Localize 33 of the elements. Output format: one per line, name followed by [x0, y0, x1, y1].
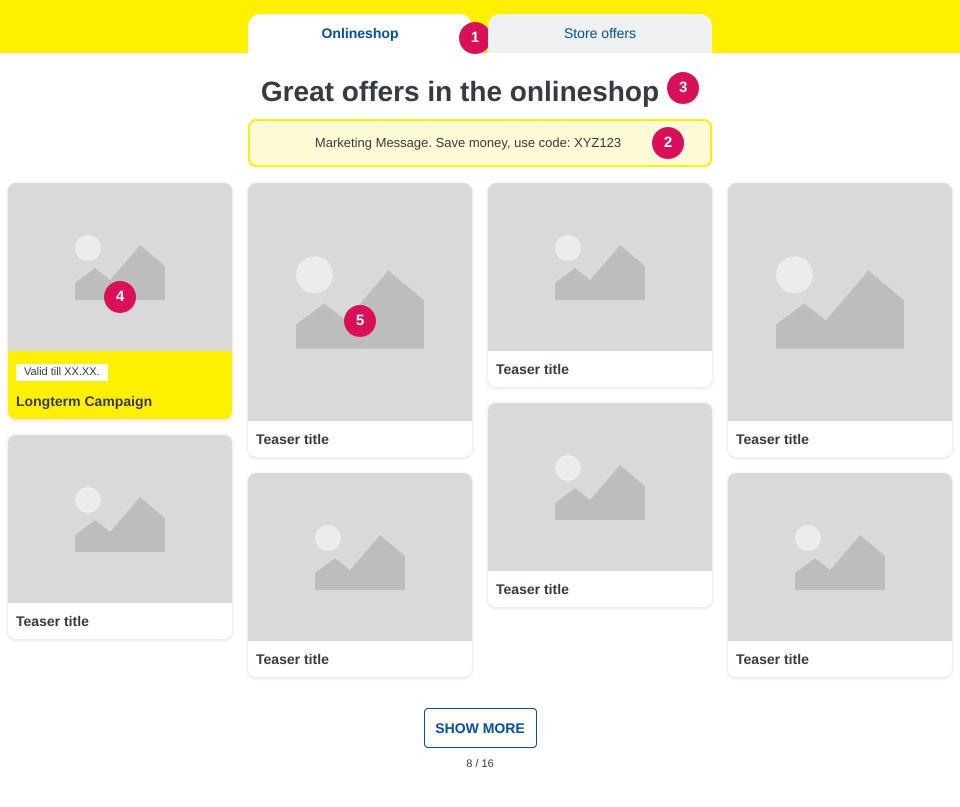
- image-placeholder-icon: [555, 234, 645, 300]
- image-placeholder-icon: [315, 524, 405, 590]
- number-marker: 3: [667, 72, 700, 104]
- tab[interactable]: Onlineshop: [248, 14, 472, 53]
- card-title: Teaser title: [735, 650, 810, 668]
- card-title: Teaser title: [255, 430, 330, 448]
- marketing-message: Marketing Message. Save money, use code: XYZ123: [314, 134, 622, 152]
- image-placeholder-icon: [555, 454, 645, 520]
- number-marker: 4: [104, 281, 136, 313]
- teaser-card[interactable]: Teaser title: [728, 473, 952, 677]
- teaser-card[interactable]: Teaser title: [248, 473, 472, 677]
- teaser-card[interactable]: Teaser title: [8, 435, 232, 639]
- card-title: Teaser title: [15, 612, 90, 630]
- image-placeholder-icon: [296, 256, 424, 348]
- image-placeholder-icon: [75, 486, 165, 552]
- image-placeholder-icon: [776, 256, 904, 348]
- show-more-button[interactable]: SHOW MORE: [424, 708, 536, 748]
- teaser-card[interactable]: Teaser title: [488, 403, 712, 607]
- campaign-card[interactable]: 4 Valid till XX.XX. Longterm Campaign: [8, 183, 232, 419]
- tab[interactable]: Store offers: [488, 14, 712, 53]
- teaser-card[interactable]: Teaser title: [488, 183, 712, 387]
- number-marker: 2: [652, 127, 684, 159]
- card-title: Teaser title: [735, 430, 810, 448]
- card-title: Teaser title: [495, 580, 570, 598]
- page-heading: Great offers in the onlineshop: [260, 75, 660, 109]
- teaser-card[interactable]: Teaser title: [728, 183, 952, 457]
- card-title: Longterm Campaign: [16, 392, 154, 411]
- card-title: Teaser title: [495, 360, 570, 378]
- card-title: Teaser title: [255, 650, 330, 668]
- teaser-card[interactable]: 5 Teaser title: [248, 183, 472, 457]
- image-placeholder-icon: [795, 524, 885, 590]
- validity-label: Valid till XX.XX.: [16, 364, 108, 381]
- page-count: 8 / 16: [466, 757, 494, 772]
